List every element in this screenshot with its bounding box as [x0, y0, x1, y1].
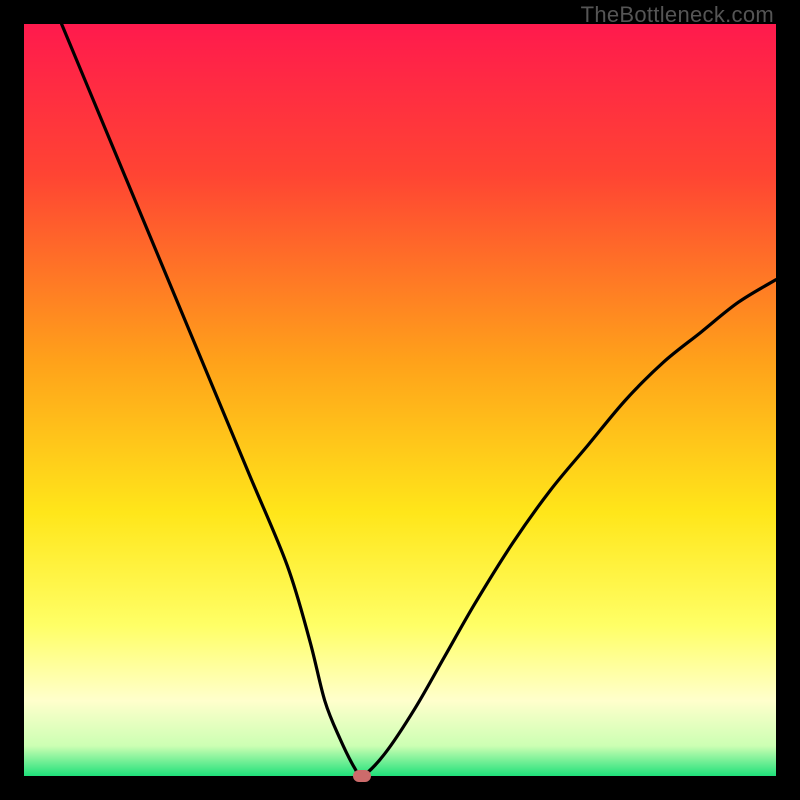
chart-background [24, 24, 776, 776]
bottleneck-chart [24, 24, 776, 776]
chart-frame [24, 24, 776, 776]
optimal-point-marker [353, 770, 371, 782]
